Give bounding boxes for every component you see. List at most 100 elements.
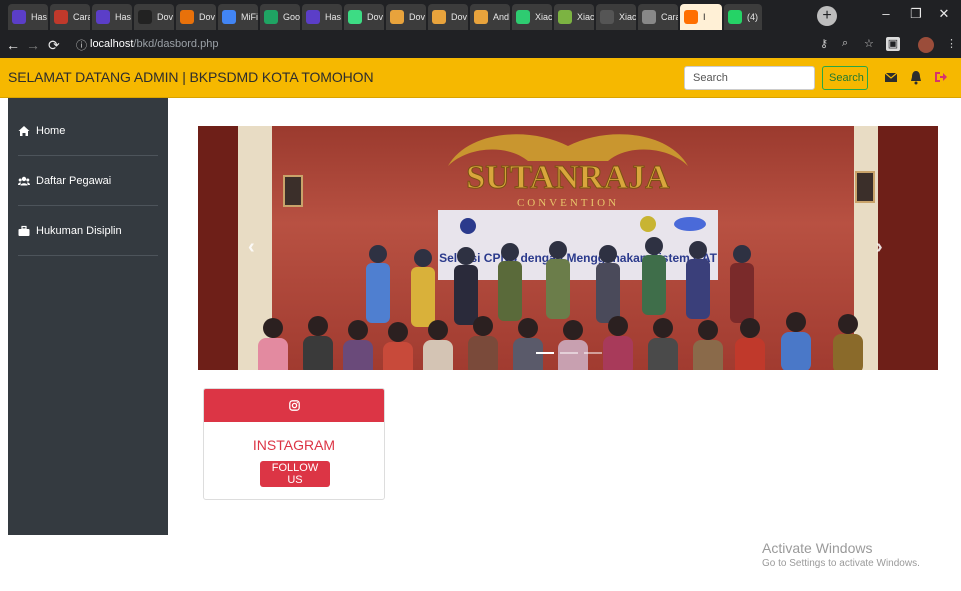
tab-title: Xiac — [619, 12, 636, 22]
tab-favicon-icon — [474, 10, 488, 24]
tab-favicon-icon — [264, 10, 278, 24]
tab-favicon-icon — [222, 10, 236, 24]
search-input[interactable] — [684, 66, 815, 90]
address-bar: ← → ⟳ ⓘ localhost/bkd/dasbord.php ⚷ ⌕ ☆ … — [0, 32, 961, 58]
search-button[interactable]: Search — [822, 66, 868, 90]
watermark-subtitle: Go to Settings to activate Windows. — [762, 558, 920, 569]
browser-tab[interactable]: Xiac — [596, 4, 636, 30]
browser-tab[interactable]: Xiac — [554, 4, 594, 30]
tab-title: Xiac — [577, 12, 594, 22]
back-button[interactable]: ← — [6, 35, 20, 55]
tab-title: Cara — [73, 12, 90, 22]
image-carousel[interactable]: SUTANRAJA CONVENTION Seleksi CPNS dengan… — [198, 126, 938, 370]
carousel-prev-button[interactable]: ‹ — [248, 236, 255, 259]
tab-title: And — [493, 12, 510, 22]
restore-button[interactable]: ❐ — [902, 2, 930, 26]
tab-title: Cara — [661, 12, 678, 22]
tab-favicon-icon — [432, 10, 446, 24]
tab-favicon-icon — [516, 10, 530, 24]
extension-icon[interactable]: ▣ — [886, 37, 900, 51]
browser-tab-strip: Has Cara Has Dov Dov MiFi Goo Has Dov Dov Dov And Xi… — [0, 0, 961, 32]
close-window-button[interactable]: ✕ — [930, 2, 958, 26]
browser-tab[interactable]: Has — [8, 4, 48, 30]
tab-favicon-icon — [600, 10, 614, 24]
carousel-slide-image: SUTANRAJA CONVENTION Seleksi CPNS dengan… — [198, 126, 938, 370]
reload-button[interactable]: ⟳ — [48, 35, 60, 55]
tab-title: MiFi — [241, 12, 258, 22]
tab-title: (4) — [747, 12, 758, 22]
tab-favicon-icon — [306, 10, 320, 24]
browser-tab[interactable]: Has — [302, 4, 342, 30]
sidebar-item-label: Daftar Pegawai — [36, 174, 112, 187]
page-title: SELAMAT DATANG ADMIN | BKPSDMD KOTA TOMO… — [8, 69, 374, 85]
key-icon[interactable]: ⚷ — [820, 37, 828, 50]
url-field[interactable]: localhost/bkd/dasbord.php — [90, 38, 218, 50]
tab-favicon-icon — [684, 10, 698, 24]
tab-title: Dov — [451, 12, 468, 22]
browser-tab[interactable]: I — [680, 4, 722, 30]
tab-favicon-icon — [138, 10, 152, 24]
tab-title: I — [703, 12, 706, 22]
zoom-icon[interactable]: ⌕ — [842, 37, 848, 50]
browser-tab[interactable]: Xiac — [512, 4, 552, 30]
browser-tab[interactable]: Goo — [260, 4, 300, 30]
browser-tab[interactable]: Dov — [386, 4, 426, 30]
star-icon[interactable]: ☆ — [864, 37, 874, 50]
tab-title: Has — [325, 12, 342, 22]
tab-title: Xiac — [535, 12, 552, 22]
profile-avatar[interactable] — [918, 37, 934, 53]
carousel-banner-text: SUTANRAJA — [466, 159, 670, 196]
envelope-icon[interactable] — [884, 67, 898, 87]
browser-tab[interactable]: Dov — [176, 4, 216, 30]
url-path: /bkd/dasbord.php — [133, 38, 219, 50]
sidebar: Home Daftar Pegawai Hukuman Disiplin — [8, 98, 168, 535]
bell-icon[interactable] — [910, 67, 922, 87]
tab-favicon-icon — [558, 10, 572, 24]
tab-favicon-icon — [348, 10, 362, 24]
tab-title: Dov — [157, 12, 174, 22]
tab-title: Dov — [367, 12, 384, 22]
tab-favicon-icon — [728, 10, 742, 24]
users-icon — [18, 176, 30, 185]
browser-tab[interactable]: (4) — [724, 4, 762, 30]
browser-tab[interactable]: Dov — [134, 4, 174, 30]
tab-favicon-icon — [12, 10, 26, 24]
minimize-button[interactable]: – — [872, 2, 900, 26]
tab-title: Dov — [409, 12, 426, 22]
sidebar-item-home[interactable]: Home — [18, 106, 158, 156]
forward-button[interactable]: → — [26, 35, 40, 55]
sidebar-item-label: Hukuman Disiplin — [36, 224, 122, 237]
browser-tab[interactable]: Cara — [50, 4, 90, 30]
tab-favicon-icon — [54, 10, 68, 24]
tab-title: Dov — [199, 12, 216, 22]
instagram-title: INSTAGRAM — [252, 437, 336, 453]
browser-tab[interactable]: Dov — [344, 4, 384, 30]
new-tab-button[interactable]: + — [817, 6, 837, 26]
tab-favicon-icon — [390, 10, 404, 24]
browser-tab[interactable]: MiFi — [218, 4, 258, 30]
follow-us-button[interactable]: FOLLOW US — [260, 461, 330, 487]
briefcase-icon — [18, 225, 30, 236]
browser-tab[interactable]: Has — [92, 4, 132, 30]
home-icon — [18, 125, 30, 136]
tab-title: Has — [115, 12, 132, 22]
logout-icon[interactable] — [934, 67, 948, 87]
menu-icon[interactable]: ⋮ — [946, 37, 957, 50]
tab-favicon-icon — [642, 10, 656, 24]
carousel-next-button[interactable]: › — [876, 236, 883, 259]
instagram-icon — [289, 400, 300, 411]
browser-tab[interactable]: Dov — [428, 4, 468, 30]
tab-title: Goo — [283, 12, 300, 22]
browser-tab[interactable]: And — [470, 4, 510, 30]
sidebar-item-hukuman-disiplin[interactable]: Hukuman Disiplin — [18, 206, 158, 256]
tab-favicon-icon — [96, 10, 110, 24]
carousel-slide-text: Seleksi CPNS dengan Menggunakan Sistem C… — [439, 251, 718, 265]
tab-title: Has — [31, 12, 48, 22]
carousel-banner-subtext: CONVENTION — [517, 197, 619, 209]
info-icon[interactable]: ⓘ — [76, 37, 87, 53]
tab-favicon-icon — [180, 10, 194, 24]
sidebar-item-daftar-pegawai[interactable]: Daftar Pegawai — [18, 156, 158, 206]
app-header: SELAMAT DATANG ADMIN | BKPSDMD KOTA TOMO… — [0, 58, 961, 98]
browser-tab[interactable]: Cara — [638, 4, 678, 30]
activate-windows-watermark: Activate Windows Go to Settings to activ… — [762, 540, 920, 569]
